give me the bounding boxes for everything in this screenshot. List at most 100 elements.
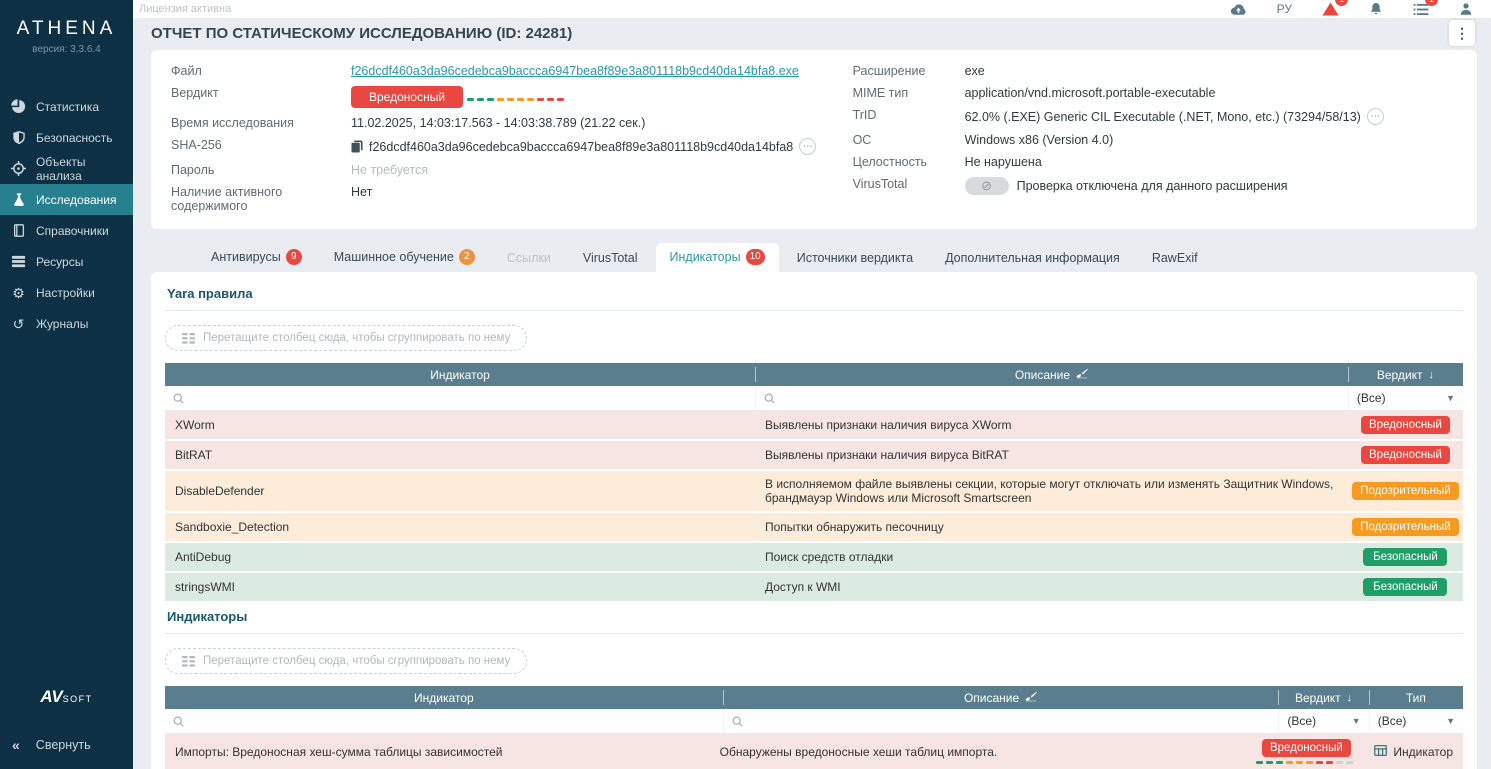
verdict-badge[interactable]: Вредоносный: [1262, 739, 1351, 757]
table-row[interactable]: stringsWMI Доступ к WMI Безопасный: [165, 573, 1463, 601]
description-search-input[interactable]: [723, 709, 1279, 733]
target-icon: [10, 161, 27, 176]
indicator-cell: stringsWMI: [165, 573, 755, 601]
tab-rawexif[interactable]: RawExif: [1138, 245, 1212, 272]
yara-group-by-dropzone[interactable]: Перетащите столбец сюда, чтобы сгруппиро…: [165, 325, 527, 351]
sort-desc-icon: ↓: [1347, 692, 1353, 704]
task-queue-icon[interactable]: 1: [1413, 0, 1429, 18]
table-row[interactable]: AntiDebug Поиск средств отладки Безопасн…: [165, 543, 1463, 573]
column-header-indicator[interactable]: Индикатор: [165, 363, 755, 386]
sha256-value: f26dcdf460a3da96cedebca9baccca6947bea8f8…: [369, 140, 793, 154]
description-cell: Поиск средств отладки: [755, 543, 1348, 571]
verdict-label: Вердикт: [171, 86, 351, 100]
file-info-left-column: Файл f26dcdf460a3da96cedebca9baccca6947b…: [171, 60, 853, 217]
sort-desc-icon: ↓: [1429, 369, 1435, 381]
tab-verdict-sources[interactable]: Источники вердикта: [783, 245, 927, 272]
sidebar-item-journals[interactable]: ↺ Журналы: [0, 308, 133, 339]
user-icon[interactable]: [1459, 0, 1473, 18]
license-status: Лицензия активна: [139, 3, 231, 15]
column-header-indicator[interactable]: Индикатор: [165, 686, 723, 709]
column-header-description[interactable]: Описание: [723, 686, 1279, 709]
copy-icon[interactable]: [351, 140, 363, 153]
indicator-search-input[interactable]: [165, 386, 755, 410]
table-row[interactable]: BitRAT Выявлены признаки наличия вируса …: [165, 441, 1463, 471]
sha256-more-button[interactable]: ⋯: [799, 138, 816, 155]
virustotal-label: VirusTotal: [853, 177, 965, 191]
column-header-verdict[interactable]: Вердикт↓: [1348, 363, 1463, 386]
verdict-badge[interactable]: Подозрительный: [1352, 518, 1458, 536]
bell-icon[interactable]: [1369, 0, 1383, 18]
sidebar-item-label: Ресурсы: [36, 255, 83, 269]
virustotal-disabled-toggle[interactable]: ⊘: [965, 177, 1009, 195]
alerts-warning-icon[interactable]: 1: [1322, 0, 1339, 18]
sidebar-item-statistics[interactable]: Статистика: [0, 91, 133, 122]
verdict-badge[interactable]: Вредоносный: [1361, 416, 1450, 434]
description-cell: Выявлены признаки наличия вируса BitRAT: [755, 441, 1348, 469]
filter-selected-value: (Все): [1357, 391, 1386, 405]
highlight-brush-icon[interactable]: [1025, 690, 1037, 705]
sidebar-item-security[interactable]: Безопасность: [0, 122, 133, 153]
trid-more-button[interactable]: ⋯: [1367, 108, 1384, 125]
indicators-section-title: Индикаторы: [165, 605, 1463, 634]
table-row[interactable]: Sandboxie_Detection Попытки обнаружить п…: [165, 513, 1463, 543]
description-cell: Обнаружены вредоносные хеши таблиц импор…: [710, 734, 1253, 769]
sidebar-item-settings[interactable]: ⚙ Настройки: [0, 277, 133, 308]
highlight-brush-icon[interactable]: [1076, 367, 1088, 382]
sidebar-item-label: Справочники: [36, 224, 109, 238]
table-row[interactable]: XWorm Выявлены признаки наличия вируса X…: [165, 411, 1463, 441]
sidebar-item-investigations[interactable]: Исследования: [0, 184, 133, 215]
tab-indicators[interactable]: Индикаторы 10: [656, 243, 779, 272]
tab-additional-info[interactable]: Дополнительная информация: [931, 245, 1134, 272]
file-label: Файл: [171, 64, 351, 78]
verdict-badge[interactable]: Безопасный: [1363, 548, 1447, 566]
sha256-row: SHA-256 f26dcdf460a3da96cedebca9baccca69…: [171, 134, 853, 159]
tab-antiviruses[interactable]: Антивирусы 9: [197, 243, 316, 272]
verdict-value: Вредоносный: [351, 86, 567, 108]
password-label: Пароль: [171, 163, 351, 177]
description-search-input[interactable]: [755, 386, 1348, 410]
sidebar-item-analysis-objects[interactable]: Объекты анализа: [0, 153, 133, 184]
verdict-badge[interactable]: Подозрительный: [1352, 482, 1458, 500]
sidebar-item-directories[interactable]: Справочники: [0, 215, 133, 246]
verdict-filter-select[interactable]: (Все) ▼: [1348, 386, 1463, 410]
verdict-badge[interactable]: Вредоносный: [351, 86, 463, 108]
column-header-type[interactable]: Тип: [1369, 686, 1463, 709]
chevron-down-icon: ▼: [1352, 716, 1361, 726]
collapse-sidebar-button[interactable]: « Свернуть: [0, 729, 133, 761]
tab-label: VirusTotal: [583, 251, 638, 265]
os-label: ОС: [853, 133, 965, 147]
indicators-panel: Yara правила Перетащите столбец сюда, чт…: [151, 272, 1477, 769]
type-filter-select[interactable]: (Все) ▼: [1369, 709, 1463, 733]
indicator-cell: BitRAT: [165, 441, 755, 469]
verdict-filter-select[interactable]: (Все) ▼: [1278, 709, 1368, 733]
sidebar-item-resources[interactable]: Ресурсы: [0, 246, 133, 277]
tab-virustotal[interactable]: VirusTotal: [569, 245, 652, 272]
chevron-down-icon: ▼: [1446, 716, 1455, 726]
file-name-link[interactable]: f26dcdf460a3da96cedebca9baccca6947bea8f8…: [351, 64, 799, 78]
history-icon: ↺: [10, 317, 27, 331]
indicator-search-input[interactable]: [165, 709, 723, 733]
verdict-badge[interactable]: Вредоносный: [1361, 446, 1450, 464]
indicators-group-by-dropzone[interactable]: Перетащите столбец сюда, чтобы сгруппиро…: [165, 648, 527, 674]
column-header-description[interactable]: Описание: [755, 363, 1348, 386]
sidebar-item-label: Исследования: [36, 193, 116, 207]
trid-label: TrID: [853, 108, 965, 122]
cloud-upload-icon[interactable]: [1230, 0, 1247, 18]
integrity-value: Не нарушена: [965, 155, 1042, 169]
tab-badge: 9: [286, 249, 302, 265]
trid-row: TrID 62.0% (.EXE) Generic CIL Executable…: [853, 104, 1457, 129]
table-row[interactable]: Импорты: Вредоносная хеш-сумма таблицы з…: [165, 734, 1463, 769]
language-button[interactable]: РУ: [1277, 0, 1292, 18]
table-row[interactable]: DisableDefender В исполняемом файле выяв…: [165, 471, 1463, 513]
tab-links: Ссылки: [493, 245, 565, 272]
virustotal-value: Проверка отключена для данного расширени…: [1017, 179, 1288, 193]
pie-chart-icon: [10, 99, 27, 114]
collapse-label: Свернуть: [36, 738, 91, 752]
report-actions-kebab-button[interactable]: ⋮: [1449, 20, 1475, 46]
scan-time-label: Время исследования: [171, 116, 351, 130]
tab-machine-learning[interactable]: Машинное обучение 2: [320, 243, 489, 272]
verdict-badge[interactable]: Безопасный: [1363, 578, 1447, 596]
column-header-verdict[interactable]: Вердикт↓: [1278, 686, 1368, 709]
page-header: ОТЧЕТ ПО СТАТИЧЕСКОМУ ИССЛЕДОВАНИЮ (ID: …: [133, 18, 1491, 46]
extension-label: Расширение: [853, 64, 965, 78]
